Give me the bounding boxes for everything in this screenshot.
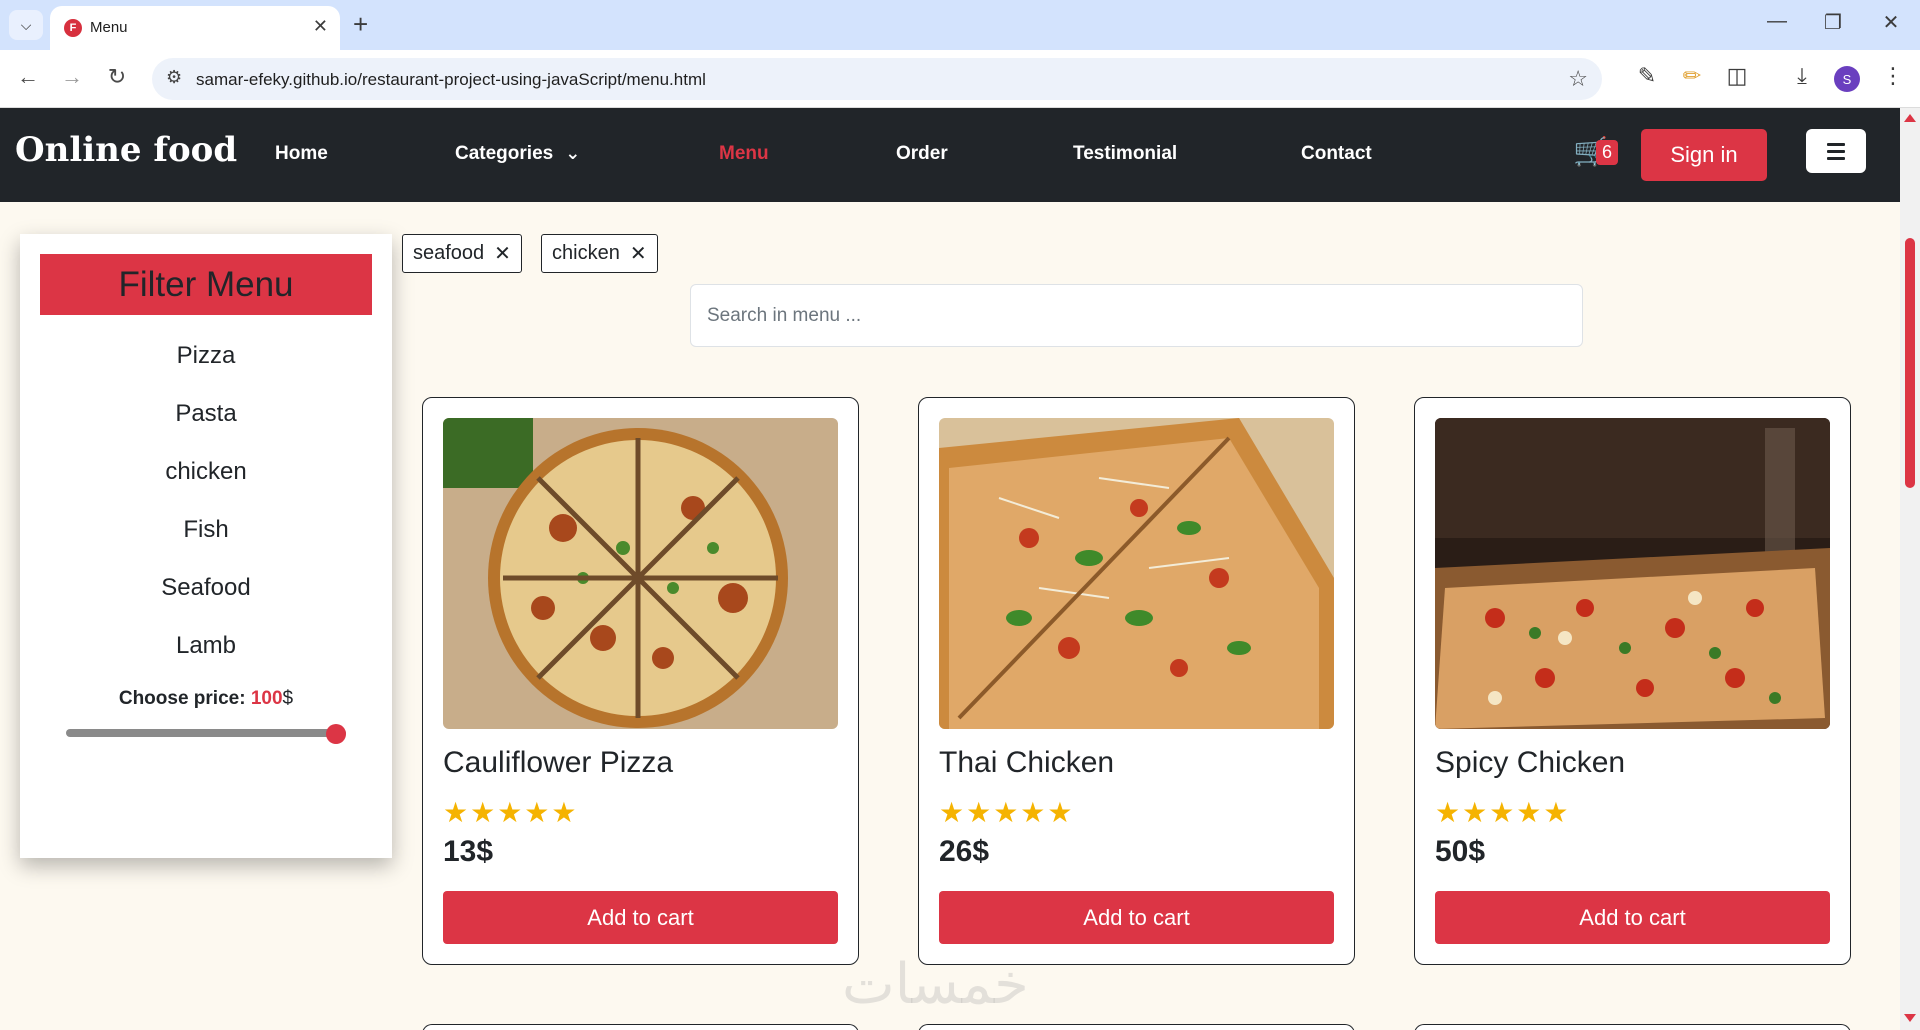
watermark-logo: خمسات [842, 952, 1029, 1017]
nav-link-home[interactable]: Home [275, 143, 328, 165]
download-icon[interactable]: ⤓ [1787, 63, 1817, 89]
price-slider-track[interactable] [66, 729, 346, 737]
tab-search-button[interactable]: ⌵ [9, 10, 43, 40]
filter-tag-label: seafood [413, 242, 485, 264]
site-info-icon[interactable]: ⚙ [166, 67, 182, 88]
close-window-icon[interactable]: ✕ [1871, 10, 1911, 35]
product-image[interactable] [443, 418, 838, 729]
color-extension-icon[interactable]: ✏ [1677, 63, 1707, 89]
product-card: Cauliflower Pizza ★★★★★ 13$ Add to cart [422, 397, 859, 965]
product-price: 13$ [443, 835, 494, 868]
product-card: Thai Chicken ★★★★★ 26$ Add to cart [918, 397, 1355, 965]
nav-link-categories[interactable]: Categories ⌄ [455, 143, 580, 165]
scroll-down-arrow-icon[interactable] [1904, 1014, 1916, 1022]
star-rating-icon: ★★★★★ [1435, 797, 1571, 828]
scrollbar-thumb[interactable] [1905, 238, 1915, 488]
product-card-partial [1414, 1024, 1851, 1030]
price-value: 100 [250, 688, 283, 709]
star-rating-icon: ★★★★★ [443, 797, 579, 828]
browser-tabstrip: ⌵ F Menu ✕ + — ❐ ✕ [0, 0, 1920, 50]
forward-icon[interactable]: → [57, 64, 87, 90]
price-slider-thumb[interactable] [326, 724, 346, 744]
filter-tag-chicken: chicken ✕ [541, 234, 658, 273]
product-name: Thai Chicken [939, 746, 1115, 779]
tab-title: Menu [90, 19, 128, 36]
filter-item-fish[interactable]: Fish [20, 516, 392, 544]
price-label-text: Choose price: [118, 688, 246, 709]
new-tab-button[interactable]: + [353, 9, 368, 40]
back-icon[interactable]: ← [13, 64, 43, 90]
nav-link-testimonial[interactable]: Testimonial [1073, 143, 1177, 165]
filter-item-pizza[interactable]: Pizza [20, 342, 392, 370]
address-bar[interactable]: ⚙ samar-efeky.github.io/restaurant-proje… [152, 58, 1602, 100]
extensions-icon[interactable]: ◫ [1722, 63, 1752, 89]
nav-link-contact[interactable]: Contact [1301, 143, 1372, 165]
restore-icon[interactable]: ❐ [1813, 10, 1853, 35]
close-tab-icon[interactable]: ✕ [313, 16, 328, 37]
url-text[interactable]: samar-efeky.github.io/restaurant-project… [196, 70, 706, 90]
minimize-icon[interactable]: — [1757, 10, 1797, 33]
remove-tag-icon[interactable]: ✕ [630, 241, 647, 266]
hamburger-menu-icon[interactable] [1806, 129, 1866, 173]
product-card-partial [918, 1024, 1355, 1030]
filter-tag-label: chicken [552, 242, 620, 264]
site-navbar: Online food Home Categories ⌄ Menu Order … [0, 108, 1900, 202]
chevron-down-icon: ⌄ [565, 143, 581, 163]
brand-logo[interactable]: Online food [15, 130, 237, 170]
chevron-down-icon: ⌵ [20, 16, 32, 33]
filter-item-pasta[interactable]: Pasta [20, 400, 392, 428]
filter-item-seafood[interactable]: Seafood [20, 574, 392, 602]
menu-search-input[interactable] [690, 284, 1583, 347]
star-rating-icon: ★★★★★ [939, 797, 1075, 828]
profile-avatar[interactable]: S [1834, 66, 1860, 92]
product-price: 26$ [939, 835, 990, 868]
product-name: Cauliflower Pizza [443, 746, 674, 779]
reload-icon[interactable]: ↻ [102, 64, 132, 90]
product-card-partial [422, 1024, 859, 1030]
browser-toolbar: ← → ↻ ⚙ samar-efeky.github.io/restaurant… [0, 50, 1920, 108]
nav-link-categories-label: Categories [455, 143, 554, 164]
filter-item-lamb[interactable]: Lamb [20, 632, 392, 660]
product-image[interactable] [939, 418, 1334, 729]
favicon-icon: F [64, 19, 82, 37]
nav-link-menu[interactable]: Menu [719, 143, 769, 165]
browser-tab[interactable]: F Menu ✕ [50, 6, 340, 50]
eyedropper-icon[interactable]: ✎ [1632, 63, 1662, 89]
sign-in-button[interactable]: Sign in [1641, 129, 1767, 181]
price-unit: $ [282, 688, 294, 709]
filter-item-chicken[interactable]: chicken [20, 458, 392, 486]
page-scrollbar[interactable] [1900, 108, 1920, 1030]
price-label: Choose price: 100$ [20, 688, 392, 710]
scroll-up-arrow-icon[interactable] [1904, 114, 1916, 122]
product-price: 50$ [1435, 835, 1486, 868]
cart-count-badge: 6 [1596, 140, 1619, 165]
add-to-cart-button[interactable]: Add to cart [939, 891, 1334, 944]
bookmark-star-icon[interactable]: ☆ [1568, 66, 1588, 92]
filter-menu-title: Filter Menu [40, 254, 372, 315]
add-to-cart-button[interactable]: Add to cart [1435, 891, 1830, 944]
menu-kebab-icon[interactable]: ⋮ [1878, 63, 1908, 89]
nav-link-order[interactable]: Order [896, 143, 948, 165]
product-image[interactable] [1435, 418, 1830, 729]
filter-tag-seafood: seafood ✕ [402, 234, 522, 273]
add-to-cart-button[interactable]: Add to cart [443, 891, 838, 944]
product-card: Spicy Chicken ★★★★★ 50$ Add to cart [1414, 397, 1851, 965]
remove-tag-icon[interactable]: ✕ [494, 241, 511, 266]
product-name: Spicy Chicken [1435, 746, 1626, 779]
filter-menu-panel: Filter Menu Pizza Pasta chicken Fish Sea… [20, 234, 392, 858]
